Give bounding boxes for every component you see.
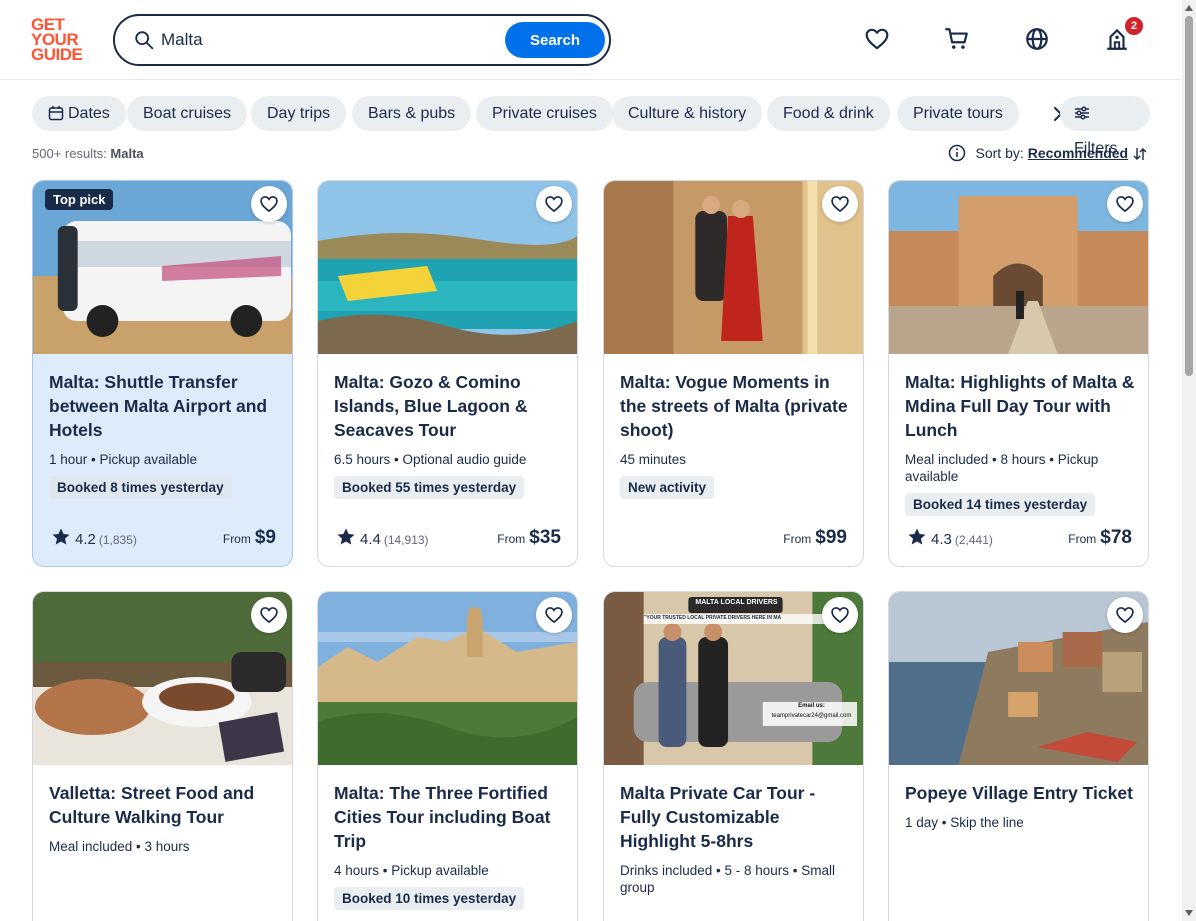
heart-icon <box>260 607 278 624</box>
card-meta: Drinks included • 5 - 8 hours • Small gr… <box>620 863 836 895</box>
heart-icon <box>260 196 278 213</box>
filter-chips: Dates Boat cruises Day trips Bars & pubs… <box>32 96 1150 157</box>
price: From $9 <box>222 527 276 548</box>
logo[interactable]: GET YOUR GUIDE <box>31 16 91 63</box>
booked-badge: Booked 14 times yesterday <box>905 493 1096 516</box>
scroll-up-arrow[interactable] <box>1185 5 1193 11</box>
activity-card-valletta-street-food[interactable]: Valletta: Street Food and Culture Walkin… <box>32 591 293 921</box>
card-meta: Meal included • 8 hours • Pickup availab… <box>905 452 1099 484</box>
sort-arrows-icon[interactable] <box>1132 146 1148 162</box>
info-icon[interactable] <box>948 144 966 162</box>
rating: 4.4 (14,913) <box>336 527 429 548</box>
card-title[interactable]: Malta Private Car Tour - Fully Customiza… <box>620 781 852 853</box>
price: From $78 <box>1068 527 1132 548</box>
heart-icon <box>545 196 563 213</box>
scroll-down-arrow[interactable] <box>1185 910 1193 916</box>
activity-card-shuttle-transfer[interactable]: Top pick Malta: Shuttle Transfer between… <box>32 180 293 567</box>
chip-dates[interactable]: Dates <box>32 96 126 131</box>
page-scrollbar[interactable] <box>1182 0 1196 921</box>
wishlist-button[interactable] <box>251 597 287 633</box>
heart-icon <box>1116 196 1134 213</box>
activity-card-mdina-highlights[interactable]: Malta: Highlights of Malta & Mdina Full … <box>888 180 1149 567</box>
sliders-icon <box>1075 106 1089 120</box>
star-icon <box>337 528 355 545</box>
booked-badge: Booked 10 times yesterday <box>334 887 525 910</box>
wishlist-button[interactable] <box>1107 186 1143 222</box>
card-meta: 1 day • Skip the line <box>905 815 1024 830</box>
wishlist-button[interactable] <box>1107 597 1143 633</box>
booked-badge: Booked 55 times yesterday <box>334 476 525 499</box>
search-button[interactable]: Search <box>505 22 605 58</box>
card-meta: 4 hours • Pickup available <box>334 863 489 878</box>
chip-bars-pubs[interactable]: Bars & pubs <box>352 96 472 131</box>
card-meta: 6.5 hours • Optional audio guide <box>334 452 527 467</box>
card-meta: 1 hour • Pickup available <box>49 452 198 467</box>
cart-icon[interactable] <box>944 26 970 52</box>
wishlist-button[interactable] <box>822 186 858 222</box>
top-pick-badge: Top pick <box>45 189 114 210</box>
card-title[interactable]: Malta: Highlights of Malta & Mdina Full … <box>905 370 1137 442</box>
price: From $99 <box>783 527 847 548</box>
search-box: Search <box>113 14 611 66</box>
wishlist-heart-icon[interactable] <box>864 26 890 52</box>
globe-icon[interactable] <box>1024 26 1050 52</box>
chip-private-tours[interactable]: Private tours <box>897 96 1019 131</box>
activity-card-gozo-comino[interactable]: Malta: Gozo & Comino Islands, Blue Lagoo… <box>317 180 578 567</box>
filters-button[interactable]: Filters <box>1060 96 1150 157</box>
chip-day-trips[interactable]: Day trips <box>251 96 347 131</box>
wishlist-button[interactable] <box>536 597 572 633</box>
activity-card-vogue-moments[interactable]: Malta: Vogue Moments in the streets of M… <box>603 180 864 567</box>
card-title[interactable]: Malta: Vogue Moments in the streets of M… <box>620 370 852 442</box>
wishlist-button[interactable] <box>536 186 572 222</box>
chip-boat-cruises[interactable]: Boat cruises <box>127 96 248 131</box>
image-overlay-title: MALTA LOCAL DRIVERS <box>695 599 778 606</box>
search-icon <box>135 31 154 50</box>
results-count: 500+ results: Malta <box>32 146 144 161</box>
activity-card-private-car-tour[interactable]: MALTA LOCAL DRIVERS "YOUR TRUSTED LOCAL … <box>603 591 864 921</box>
cart-count-badge: 2 <box>1125 17 1143 35</box>
rating: 4.2 (1,835) <box>51 527 137 548</box>
card-title[interactable]: Malta: The Three Fortified Cities Tour i… <box>334 781 566 853</box>
star-icon <box>908 528 926 545</box>
heart-icon <box>1116 607 1134 624</box>
scroll-thumb[interactable] <box>1185 16 1193 376</box>
new-activity-badge: New activity <box>620 476 715 499</box>
price: From $35 <box>497 527 561 548</box>
star-icon <box>52 528 70 545</box>
chip-culture-history[interactable]: Culture & history <box>612 96 763 131</box>
card-title[interactable]: Valletta: Street Food and Culture Walkin… <box>49 781 281 829</box>
sort-control[interactable]: Sort by: Recommended <box>948 144 1148 162</box>
activity-card-three-cities[interactable]: Malta: The Three Fortified Cities Tour i… <box>317 591 578 921</box>
heart-icon <box>831 607 849 624</box>
wishlist-button[interactable] <box>822 597 858 633</box>
image-overlay-email-label: Email us: <box>798 703 825 709</box>
card-title[interactable]: Popeye Village Entry Ticket <box>905 781 1137 805</box>
booked-badge: Booked 8 times yesterday <box>49 476 232 499</box>
heart-icon <box>545 607 563 624</box>
chip-private-cruises[interactable]: Private cruises <box>476 96 613 131</box>
image-overlay-email: teamprivatecar24@gmail.com <box>771 713 852 719</box>
heart-icon <box>831 196 849 213</box>
calendar-icon <box>48 106 64 121</box>
card-meta: Meal included • 3 hours <box>49 839 190 854</box>
card-meta: 45 minutes <box>620 452 687 467</box>
activity-card-popeye-village[interactable]: Popeye Village Entry Ticket 1 day • Skip… <box>888 591 1149 921</box>
chip-food-drink[interactable]: Food & drink <box>767 96 890 131</box>
rating: 4.3 (2,441) <box>907 527 993 548</box>
header: GET YOUR GUIDE Search 2 <box>0 0 1182 80</box>
wishlist-button[interactable] <box>251 186 287 222</box>
search-input[interactable] <box>161 26 501 54</box>
card-title[interactable]: Malta: Shuttle Transfer between Malta Ai… <box>49 370 281 442</box>
card-title[interactable]: Malta: Gozo & Comino Islands, Blue Lagoo… <box>334 370 566 442</box>
